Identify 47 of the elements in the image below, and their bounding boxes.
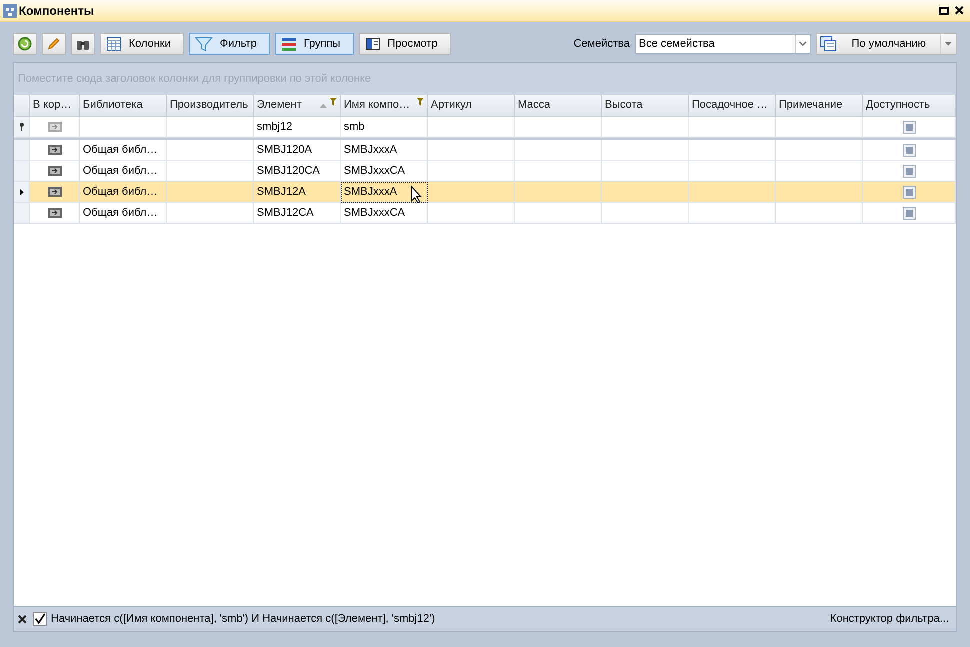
- edit-button[interactable]: [42, 33, 66, 55]
- layout-icon: [820, 36, 838, 52]
- filter-button[interactable]: Фильтр: [188, 33, 270, 55]
- table-cell: SMBJ12CA: [254, 203, 341, 224]
- groups-button[interactable]: Группы: [274, 33, 354, 55]
- window-icon: [2, 2, 18, 18]
- filter-icon[interactable]: [330, 98, 337, 106]
- checkbox-icon[interactable]: [902, 206, 916, 220]
- table-cell: Общая библ…: [80, 203, 167, 224]
- filter-editor-link[interactable]: Конструктор фильтра...: [830, 610, 949, 628]
- checkbox-icon[interactable]: [902, 186, 916, 198]
- columns-button[interactable]: Колонки: [100, 33, 184, 55]
- filter-checkbox[interactable]: [33, 612, 47, 626]
- funnel-icon: [194, 36, 213, 52]
- close-icon[interactable]: [955, 6, 964, 15]
- component-icon: [46, 120, 62, 134]
- groups-icon: [280, 36, 297, 52]
- find-button[interactable]: [71, 33, 95, 55]
- component-icon: [46, 185, 62, 199]
- filter-row-icon: [18, 123, 24, 131]
- preview-button[interactable]: Просмотр: [358, 33, 451, 55]
- refresh-button[interactable]: [13, 33, 37, 55]
- checkbox-icon[interactable]: [902, 164, 916, 178]
- component-icon: [46, 164, 62, 178]
- window-title: Компоненты: [19, 2, 94, 20]
- clear-filter-icon[interactable]: [18, 614, 27, 624]
- component-icon: [46, 143, 62, 157]
- caret-icon: [945, 42, 952, 46]
- checkbox-icon[interactable]: [902, 120, 916, 134]
- component-icon: [46, 206, 62, 220]
- table-icon: [106, 36, 122, 52]
- filter-icon[interactable]: [417, 98, 424, 106]
- layout-button[interactable]: По умолчанию: [816, 33, 957, 55]
- table-cell: SMBJxxxCA: [341, 203, 428, 224]
- row-pointer-icon: [20, 188, 24, 196]
- families-label: Семейства: [574, 36, 630, 52]
- families-dropdown[interactable]: Все семейства: [635, 34, 811, 54]
- table-cell: smb: [341, 117, 428, 138]
- maximize-icon[interactable]: [939, 6, 949, 14]
- filter-expression[interactable]: Начинается с([Имя компонента], 'smb') И Начинается с([Элемент], 'smbj12'): [51, 610, 436, 628]
- refresh-icon: [17, 36, 33, 52]
- checkbox-icon[interactable]: [902, 144, 916, 156]
- table-cell: smbj12: [254, 117, 341, 138]
- row-indicator[interactable]: [14, 182, 30, 203]
- pencil-icon: [46, 36, 62, 52]
- preview-icon: [364, 36, 381, 52]
- row-indicator[interactable]: [14, 117, 30, 138]
